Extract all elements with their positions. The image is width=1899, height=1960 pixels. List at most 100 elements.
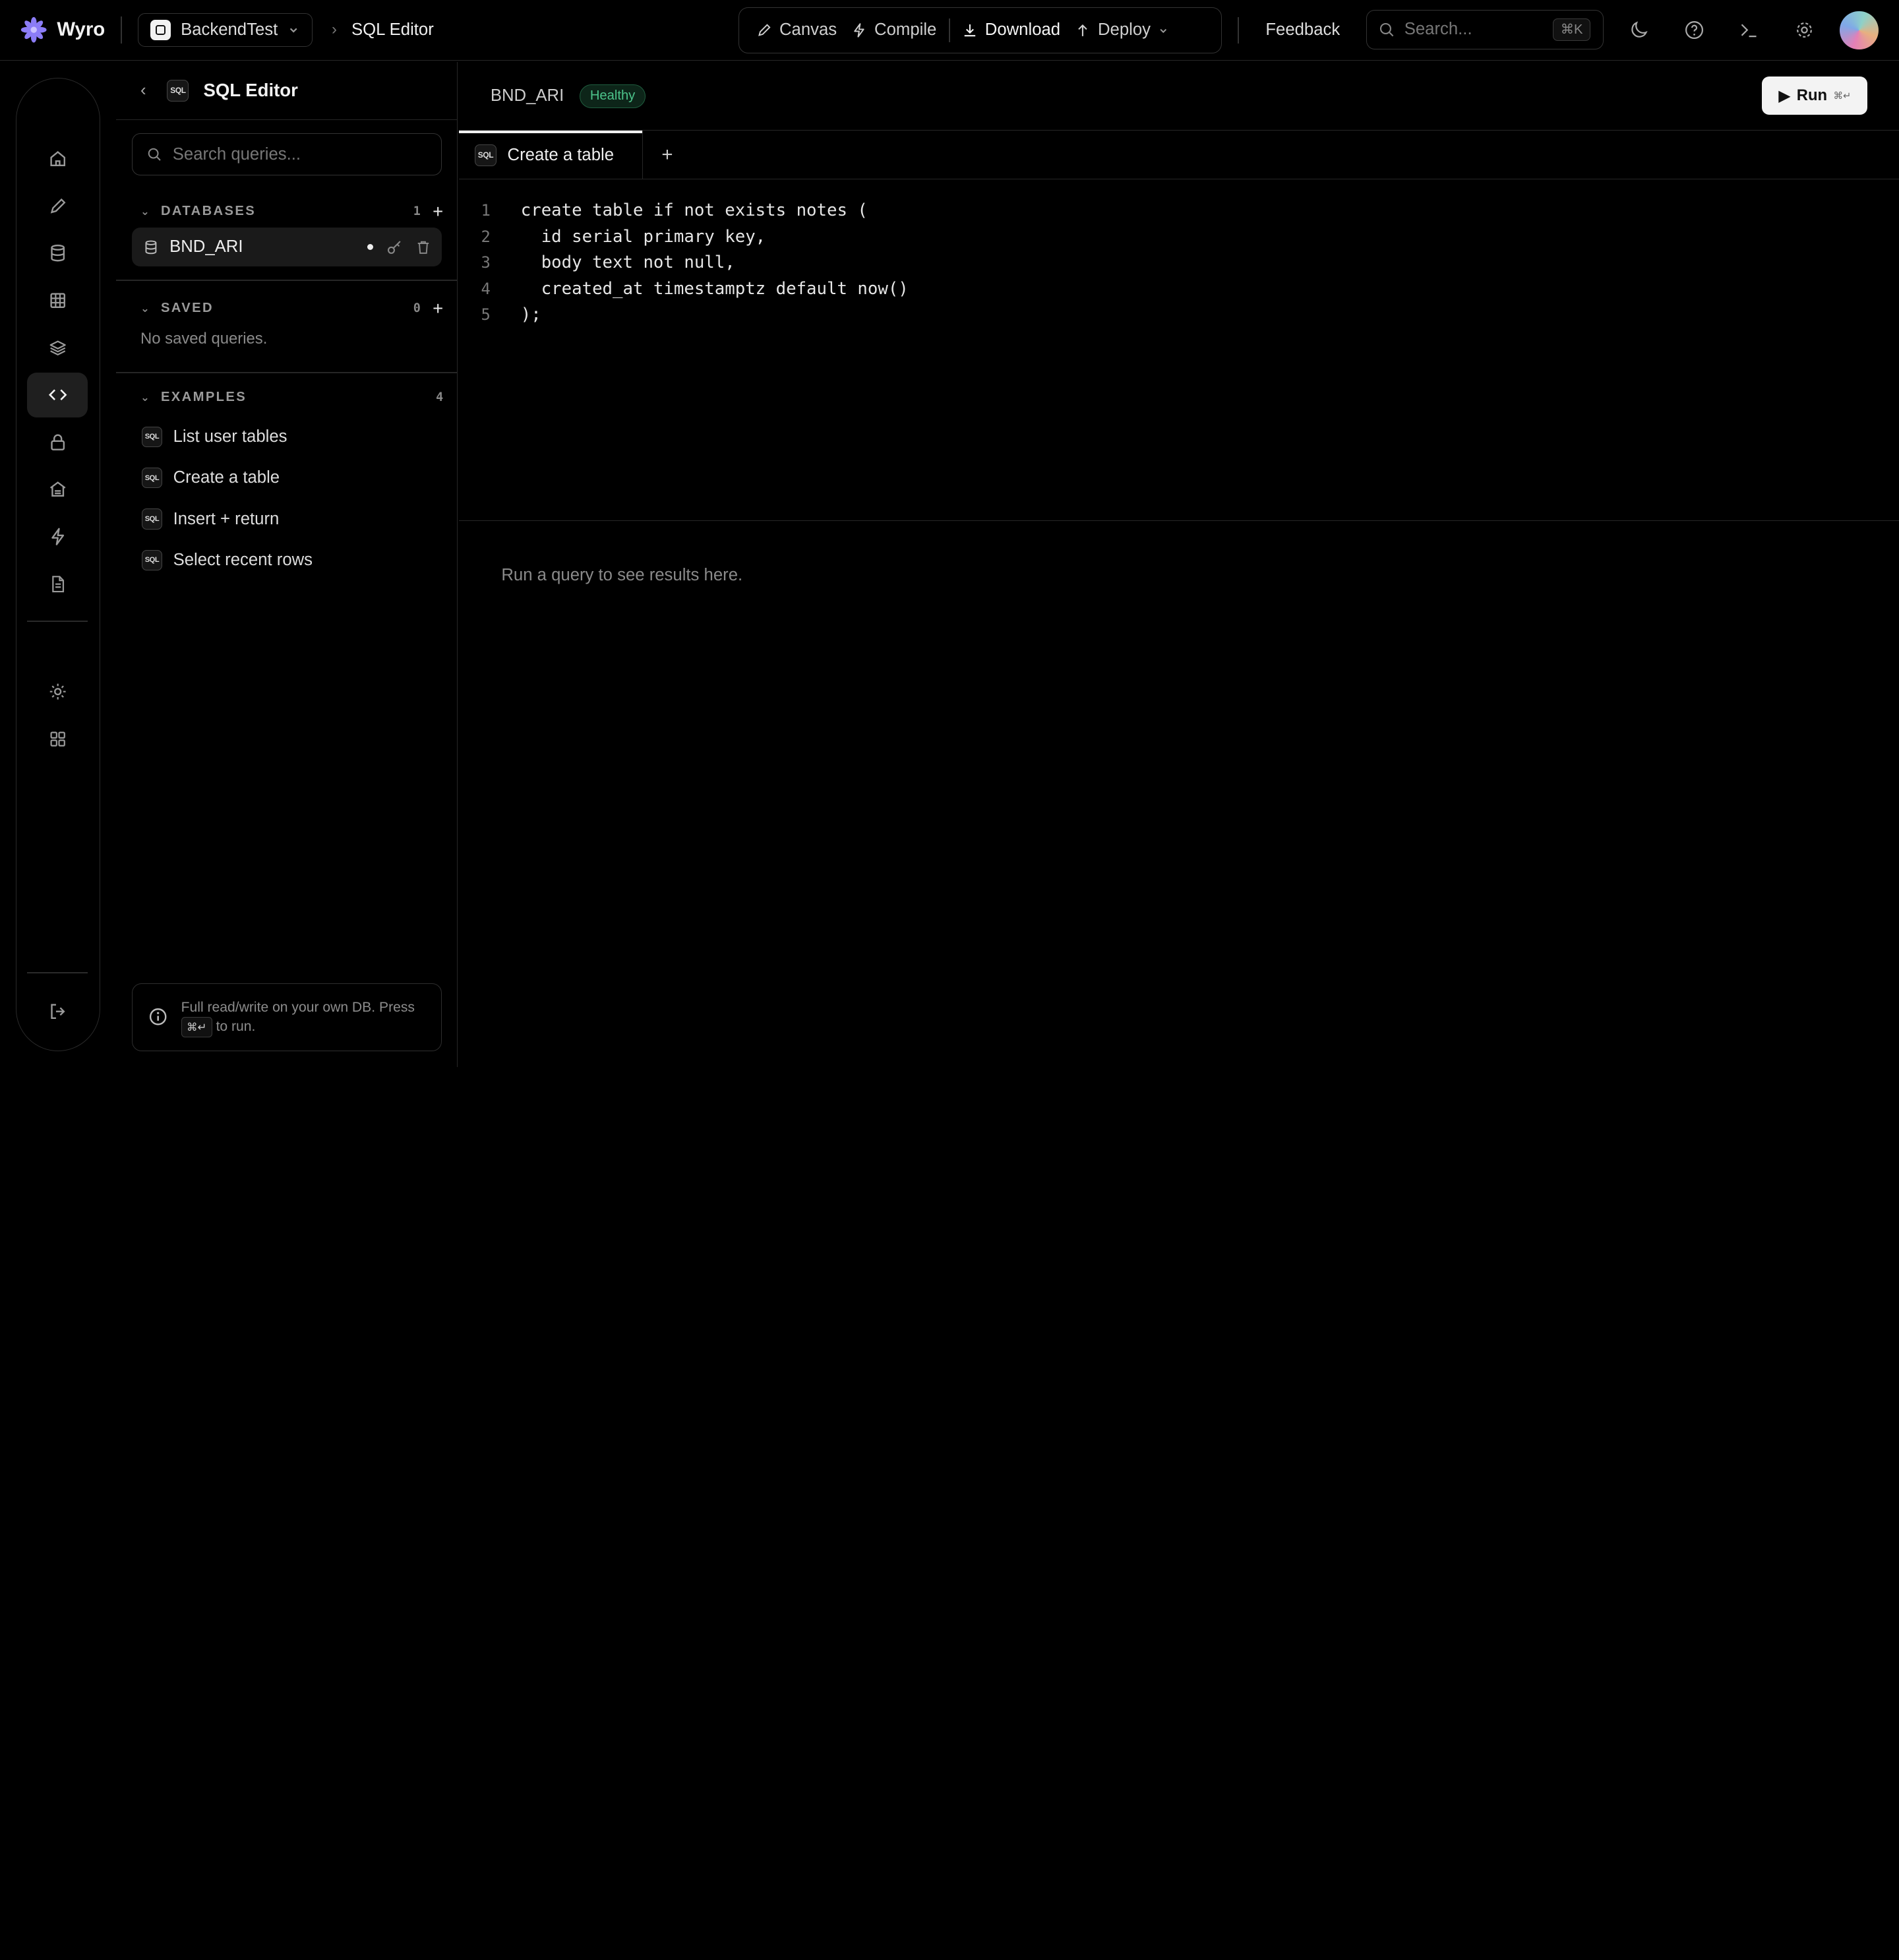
app-logo[interactable]: Wyro [20, 16, 105, 43]
sql-icon: SQL [474, 144, 497, 166]
sql-icon: SQL [141, 467, 163, 489]
nav-docs[interactable] [27, 561, 88, 606]
example-label: Insert + return [173, 509, 280, 528]
add-saved-query-button[interactable]: + [433, 298, 443, 319]
status-badge: Healthy [580, 84, 646, 108]
logout-button[interactable] [27, 989, 88, 1034]
results-placeholder: Run a query to see results here. [501, 565, 743, 584]
example-label: List user tables [173, 427, 287, 446]
lock-icon [50, 434, 65, 450]
divider [121, 16, 122, 44]
rail-divider [27, 972, 88, 973]
chevron-right-icon: › [332, 20, 337, 39]
pencil-icon [758, 24, 771, 36]
chevron-down-icon [1160, 28, 1167, 33]
nav-sql-editor[interactable] [27, 372, 88, 417]
project-switcher[interactable]: BackendTest [137, 13, 313, 47]
code-editor[interactable]: 1 create table if not exists notes ( 2 id… [459, 181, 1899, 521]
saved-section-header[interactable]: ⌄ SAVED 0 + [140, 298, 443, 319]
key-icon[interactable] [386, 239, 402, 255]
settings-button[interactable] [1790, 16, 1819, 45]
download-button[interactable]: Download [955, 13, 1068, 47]
code-line: 4 created_at timestamptz default now() [459, 276, 1899, 301]
terminal-icon [1741, 24, 1757, 38]
nav-integrations[interactable] [27, 669, 88, 714]
storage-icon [49, 481, 66, 497]
nav-apps[interactable] [27, 716, 88, 761]
query-search-input[interactable]: Search queries... [132, 133, 442, 176]
code-text: body text not null, [520, 253, 735, 273]
code-line: 3 body text not null, [459, 249, 1899, 275]
example-item[interactable]: SQL Create a table [141, 467, 280, 489]
app-root: Wyro BackendTest › SQL Editor Canvas Com… [0, 0, 1899, 1068]
nav-database[interactable] [27, 231, 88, 276]
back-icon[interactable]: ‹ [140, 81, 152, 100]
app-name: Wyro [57, 18, 106, 41]
add-tab-button[interactable]: + [643, 131, 691, 178]
example-label: Create a table [173, 468, 280, 487]
example-item[interactable]: SQL Insert + return [141, 508, 280, 530]
search-icon [1380, 22, 1394, 37]
nav-storage[interactable] [27, 467, 88, 512]
code-line: 1 create table if not exists notes ( [459, 197, 1899, 223]
code-line: 2 id serial primary key, [459, 224, 1899, 249]
help-button[interactable] [1680, 16, 1709, 45]
tab-label: Create a table [507, 145, 614, 164]
project-name: BackendTest [181, 20, 278, 39]
sql-sidebar: ‹ SQL SQL Editor Search queries... ⌄ DAT… [116, 61, 458, 1068]
deploy-button[interactable]: Deploy [1068, 13, 1176, 47]
document-icon [51, 575, 64, 592]
nav-tables[interactable] [27, 278, 88, 323]
top-bar: Wyro BackendTest › SQL Editor Canvas Com… [0, 0, 1899, 61]
search-shortcut: ⌘K [1552, 18, 1591, 42]
saved-empty-state: No saved queries. [140, 329, 268, 348]
tip-shortcut: ⌘↵ [181, 1016, 212, 1038]
code-text: id serial primary key, [520, 226, 766, 247]
nav-functions[interactable] [27, 514, 88, 559]
nav-auth[interactable] [27, 419, 88, 464]
lightning-icon [51, 528, 64, 545]
search-placeholder: Search... [1404, 20, 1472, 39]
breadcrumb-current: SQL Editor [351, 20, 434, 39]
saved-count: 0 [413, 301, 421, 316]
example-item[interactable]: SQL List user tables [141, 426, 287, 447]
databases-section-header[interactable]: ⌄ DATABASES 1 + [140, 201, 443, 222]
feedback-button[interactable]: Feedback [1265, 20, 1340, 40]
deploy-label: Deploy [1098, 20, 1151, 40]
theme-toggle-button[interactable] [1624, 16, 1653, 45]
sql-icon: SQL [141, 549, 163, 571]
sidebar-title: SQL Editor [203, 80, 298, 101]
example-item[interactable]: SQL Select recent rows [141, 549, 313, 571]
line-number: 5 [481, 305, 491, 324]
trash-icon[interactable] [415, 239, 431, 255]
add-database-button[interactable]: + [433, 201, 443, 222]
tab-create-a-table[interactable]: SQL Create a table [459, 131, 644, 179]
query-search-placeholder: Search queries... [172, 144, 301, 164]
canvas-button[interactable]: Canvas [749, 13, 844, 47]
nav-editor[interactable] [27, 183, 88, 228]
layers-icon [49, 340, 66, 355]
database-item[interactable]: BND_ARI [132, 228, 442, 267]
examples-label: EXAMPLES [160, 390, 247, 405]
toolbar: Canvas Compile Download Deploy [738, 7, 1222, 53]
run-label: Run [1796, 86, 1828, 105]
terminal-button[interactable] [1734, 16, 1763, 45]
example-label: Select recent rows [173, 550, 313, 569]
compile-button[interactable]: Compile [844, 13, 944, 47]
code-line: 5); [459, 301, 1899, 327]
examples-count: 4 [436, 390, 444, 405]
nav-home[interactable] [27, 137, 88, 181]
run-button[interactable]: ▶ Run ⌘↵ [1762, 76, 1868, 115]
compile-label: Compile [874, 20, 937, 40]
avatar[interactable] [1839, 11, 1879, 50]
sql-icon: SQL [167, 79, 189, 102]
logout-icon [50, 1004, 65, 1019]
chevron-down-icon: ⌄ [140, 390, 152, 404]
examples-section-header[interactable]: ⌄ EXAMPLES 4 [140, 390, 443, 405]
editor-header: BND_ARI Healthy [459, 62, 1899, 131]
global-search[interactable]: Search... ⌘K [1366, 9, 1604, 50]
nav-layers[interactable] [27, 325, 88, 370]
code-text: created_at timestamptz default now() [520, 278, 909, 299]
sidebar-header: ‹ SQL SQL Editor [116, 62, 458, 120]
search-icon [148, 148, 161, 161]
